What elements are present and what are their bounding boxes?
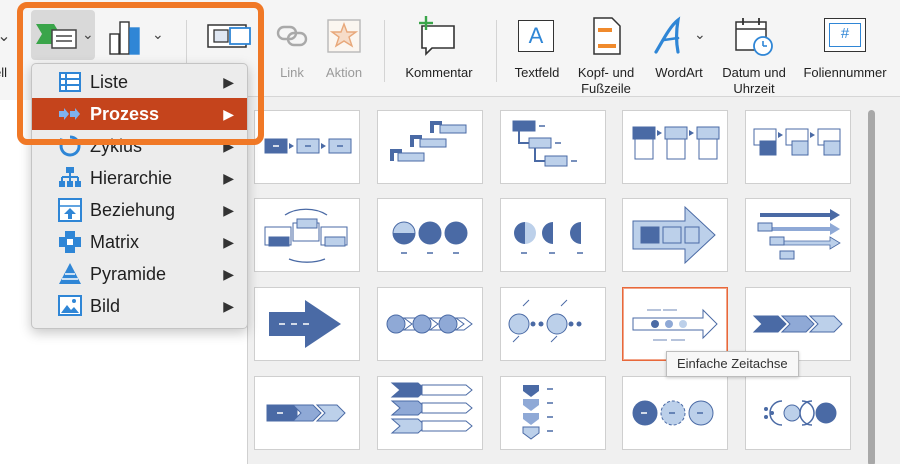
gallery-tile-10[interactable] [745, 198, 851, 272]
gallery-tile-15[interactable] [745, 287, 851, 361]
smartart-layout-thumbnail [623, 111, 727, 183]
date-time-label: Datum undUhrzeit [710, 65, 798, 97]
gallery-tile-13[interactable] [500, 287, 606, 361]
menu-item-bild[interactable]: Bild ▶ [32, 290, 247, 322]
chevron-right-icon: ▶ [223, 258, 234, 290]
ribbon-separator [496, 20, 497, 82]
smartart-layout-thumbnail [255, 377, 359, 449]
relationship-icon [58, 198, 82, 222]
smartart-layout-thumbnail [255, 199, 359, 271]
star-action-icon [326, 18, 362, 54]
gallery-tile-12[interactable] [377, 287, 483, 361]
chevron-down-icon: ⌄ [694, 26, 706, 43]
link-label: Link [262, 65, 322, 81]
comment-icon [418, 14, 458, 56]
tooltip: Einfache Zeitachse [666, 351, 799, 377]
textbox-button[interactable]: A Textfeld [506, 0, 568, 100]
ribbon-separator [384, 20, 385, 82]
slide-number-button[interactable]: # Foliennummer [796, 0, 894, 100]
action-button[interactable]: Aktion [320, 0, 368, 100]
smartart-layout-thumbnail [746, 377, 850, 449]
action-label: Aktion [314, 65, 374, 81]
calendar-clock-icon [734, 16, 774, 56]
wordart-icon [652, 16, 688, 56]
header-footer-label: Kopf- undFußzeile [566, 65, 646, 97]
smartart-layout-thumbnail [501, 288, 605, 360]
smartart-layout-thumbnail [378, 199, 482, 271]
menu-item-label: Hierarchie [90, 162, 172, 194]
gallery-tile-14[interactable] [622, 287, 728, 361]
menu-item-label: Matrix [90, 226, 139, 258]
gallery-tile-3[interactable] [500, 110, 606, 184]
matrix-icon [58, 230, 82, 254]
chevron-down-icon: ⌄ [0, 26, 14, 70]
wordart-button[interactable]: ⌄ WordArt [646, 0, 712, 100]
menu-item-matrix[interactable]: Matrix ▶ [32, 226, 247, 258]
menu-item-label: Beziehung [90, 194, 175, 226]
smartart-layout-thumbnail [378, 377, 482, 449]
smartart-layout-thumbnail [623, 288, 727, 360]
smartart-layout-thumbnail [623, 199, 727, 271]
smartart-layout-thumbnail [746, 111, 850, 183]
gallery-tile-20[interactable] [745, 376, 851, 450]
gallery-tile-8[interactable] [500, 198, 606, 272]
smartart-layout-thumbnail [746, 199, 850, 271]
gallery-tile-19[interactable] [622, 376, 728, 450]
gallery-tile-17[interactable] [377, 376, 483, 450]
gallery-tile-18[interactable] [500, 376, 606, 450]
partial-ribbon-button[interactable]: ⌄ ell [0, 0, 14, 100]
slide-number-label: Foliennummer [790, 65, 900, 81]
partial-button-label: ell [0, 65, 7, 81]
chevron-right-icon: ▶ [223, 290, 234, 322]
link-icon [276, 22, 308, 50]
header-footer-icon [592, 16, 622, 56]
picture-icon [58, 294, 82, 318]
slide-number-icon: # [824, 18, 866, 52]
menu-item-pyramide[interactable]: Pyramide ▶ [32, 258, 247, 290]
hierarchy-icon [58, 166, 82, 190]
gallery-scrollbar[interactable] [864, 104, 878, 464]
smartart-layout-thumbnail [255, 288, 359, 360]
highlight-frame [17, 2, 264, 145]
wordart-label: WordArt [640, 65, 718, 81]
comment-label: Kommentar [390, 65, 488, 81]
link-button[interactable]: Link [268, 0, 316, 100]
gallery-tile-7[interactable] [377, 198, 483, 272]
scrollbar-thumb[interactable] [868, 110, 875, 464]
header-footer-button[interactable]: Kopf- undFußzeile [572, 0, 640, 100]
gallery-tile-6[interactable] [254, 198, 360, 272]
menu-item-label: Pyramide [90, 258, 166, 290]
date-time-button[interactable]: Datum undUhrzeit [716, 0, 792, 100]
menu-item-beziehung[interactable]: Beziehung ▶ [32, 194, 247, 226]
textbox-label: Textfeld [500, 65, 574, 81]
gallery-tile-2[interactable] [377, 110, 483, 184]
gallery-tile-5[interactable] [745, 110, 851, 184]
chevron-right-icon: ▶ [223, 226, 234, 258]
smartart-layout-thumbnail [378, 111, 482, 183]
gallery-tile-11[interactable] [254, 287, 360, 361]
smartart-layout-thumbnail [501, 199, 605, 271]
menu-item-hierarchie[interactable]: Hierarchie ▶ [32, 162, 247, 194]
gallery-tile-4[interactable] [622, 110, 728, 184]
smartart-layout-thumbnail [501, 111, 605, 183]
pyramid-icon [58, 262, 82, 286]
gallery-tile-9[interactable] [622, 198, 728, 272]
gallery-tile-16[interactable] [254, 376, 360, 450]
gallery-tile-1[interactable] [254, 110, 360, 184]
chevron-right-icon: ▶ [223, 162, 234, 194]
menu-item-label: Bild [90, 290, 120, 322]
smartart-layout-thumbnail [378, 288, 482, 360]
textbox-icon: A [518, 20, 554, 52]
smartart-layout-thumbnail [746, 288, 850, 360]
smartart-layout-thumbnail [623, 377, 727, 449]
chevron-right-icon: ▶ [223, 194, 234, 226]
comment-button[interactable]: Kommentar [396, 0, 482, 100]
hash-icon: # [829, 23, 861, 47]
smartart-layout-thumbnail [255, 111, 359, 183]
smartart-layout-thumbnail [501, 377, 605, 449]
